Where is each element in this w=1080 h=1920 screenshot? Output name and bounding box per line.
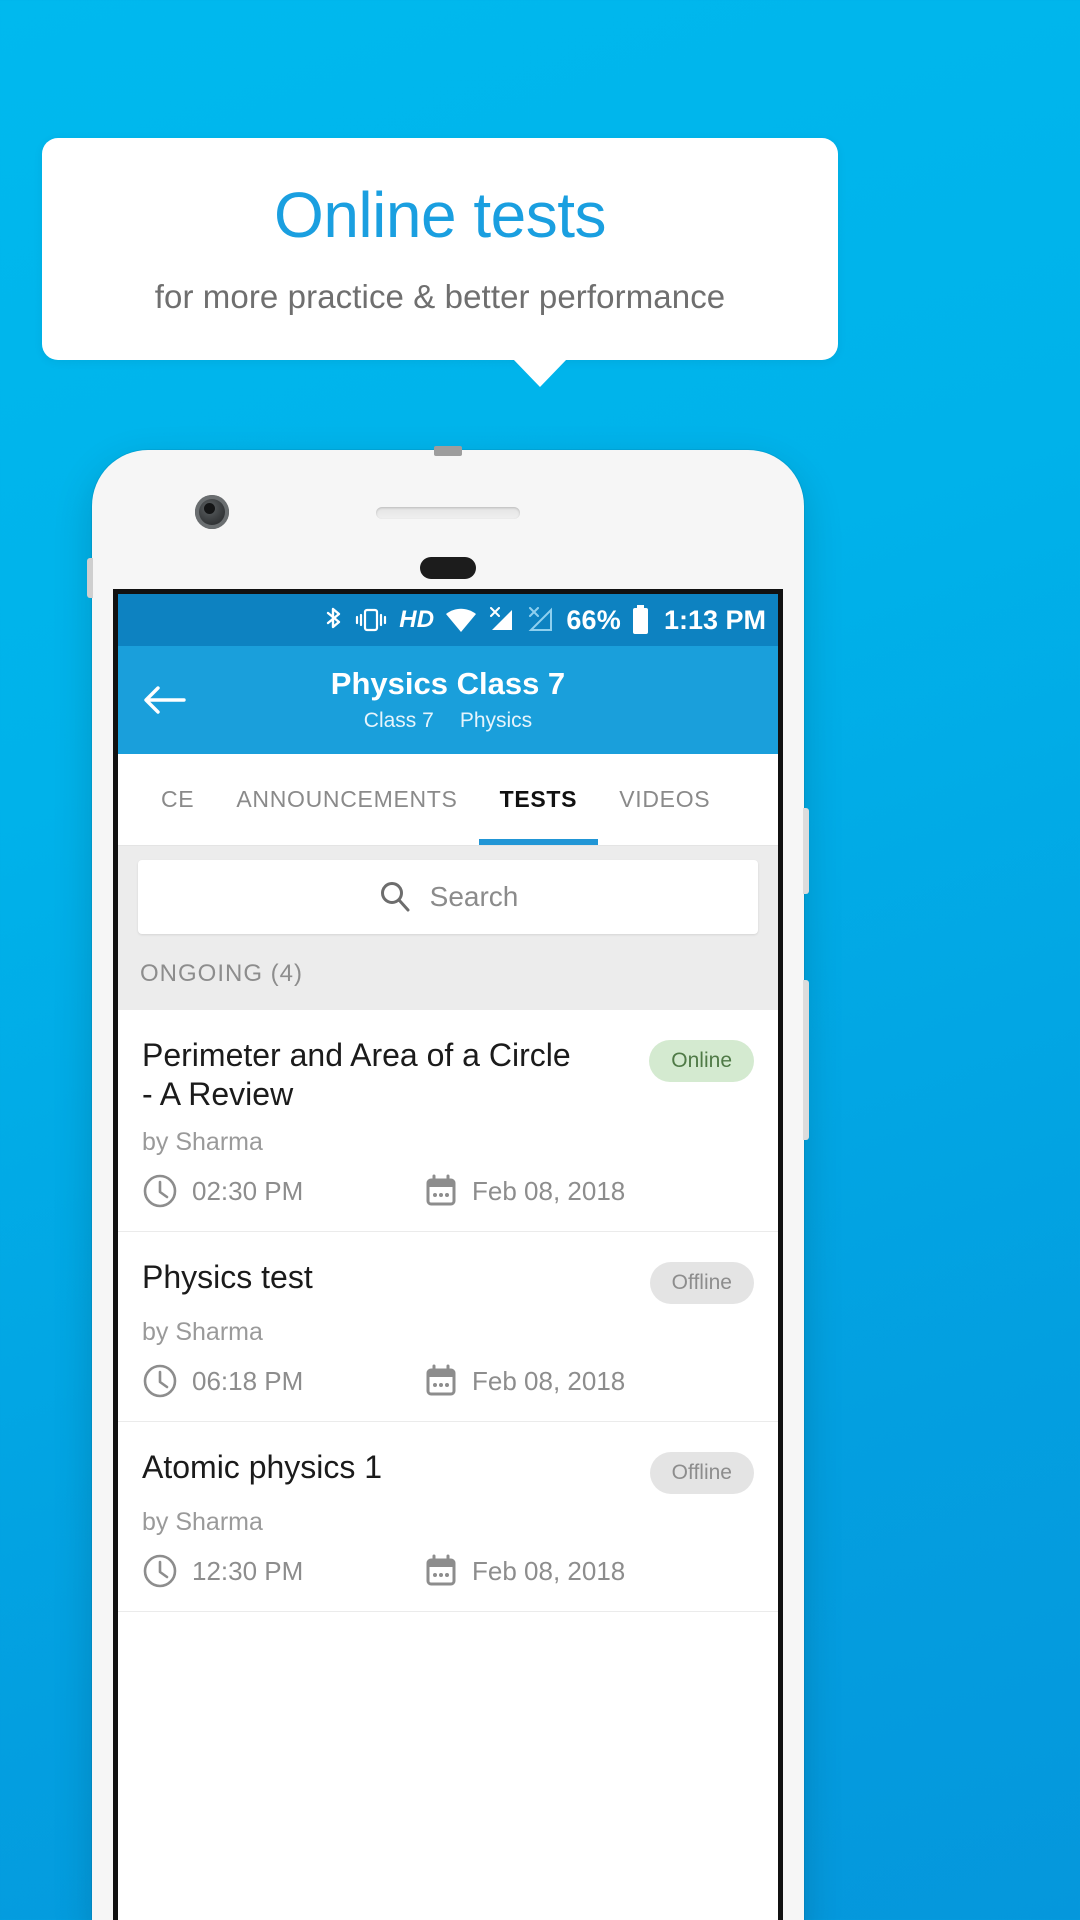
promo-title: Online tests bbox=[274, 179, 606, 252]
test-card[interactable]: Perimeter and Area of a Circle - A Revie… bbox=[118, 1010, 778, 1233]
vibrate-icon bbox=[354, 607, 388, 633]
test-time: 12:30 PM bbox=[142, 1553, 424, 1589]
promo-bubble-tail bbox=[513, 359, 567, 387]
test-title: Physics test bbox=[142, 1259, 313, 1296]
promo-subtitle: for more practice & better performance bbox=[154, 277, 726, 315]
signal-no-sim-1-icon bbox=[488, 607, 516, 633]
test-meta: 06:18 PM Feb 08, 2018 bbox=[142, 1363, 754, 1399]
test-time: 06:18 PM bbox=[142, 1363, 424, 1399]
search-area: Search bbox=[118, 846, 778, 952]
tab-bar: CE ANNOUNCEMENTS TESTS VIDEOS bbox=[118, 754, 778, 846]
phone-screen: HD 66% 1:13 PM Physics Class 7 Class 7 P… bbox=[118, 594, 778, 1920]
calendar-icon bbox=[424, 1554, 458, 1588]
back-arrow-icon[interactable] bbox=[144, 683, 186, 717]
status-badge: Offline bbox=[649, 1452, 754, 1495]
test-title: Perimeter and Area of a Circle - A Revie… bbox=[142, 1037, 571, 1113]
clock-icon bbox=[142, 1553, 178, 1589]
breadcrumb-subject: Physics bbox=[459, 708, 533, 732]
test-author: by Sharma bbox=[142, 1508, 263, 1537]
test-date: Feb 08, 2018 bbox=[424, 1554, 625, 1588]
earpiece-speaker bbox=[376, 507, 520, 519]
breadcrumb-class: Class 7 bbox=[363, 708, 434, 732]
test-card-header: Perimeter and Area of a Circle - A Revie… bbox=[142, 1036, 754, 1114]
bluetooth-icon bbox=[324, 606, 343, 634]
test-title: Atomic physics 1 bbox=[142, 1449, 383, 1486]
test-date-label: Feb 08, 2018 bbox=[472, 1365, 626, 1396]
test-card[interactable]: Atomic physics 1 Offline by Sharma 12:30… bbox=[118, 1422, 778, 1613]
test-time: 02:30 PM bbox=[142, 1173, 424, 1209]
tab-ce[interactable]: CE bbox=[140, 754, 215, 845]
front-camera-icon bbox=[195, 495, 229, 529]
test-time-label: 12:30 PM bbox=[192, 1555, 304, 1586]
status-bar: HD 66% 1:13 PM bbox=[118, 594, 778, 646]
clock-icon bbox=[142, 1363, 178, 1399]
test-date-label: Feb 08, 2018 bbox=[472, 1175, 626, 1206]
phone-antenna-band bbox=[434, 446, 462, 456]
hd-icon: HD bbox=[399, 606, 435, 633]
calendar-icon bbox=[424, 1364, 458, 1398]
wifi-icon bbox=[445, 608, 477, 633]
test-author: by Sharma bbox=[142, 1318, 263, 1347]
phone-mockup: HD 66% 1:13 PM Physics Class 7 Class 7 P… bbox=[87, 446, 809, 1920]
promo-bubble: Online tests for more practice & better … bbox=[42, 138, 838, 360]
signal-no-sim-2-icon bbox=[527, 607, 555, 633]
test-card-header: Physics test Offline bbox=[142, 1258, 754, 1305]
page-title: Physics Class 7 bbox=[330, 665, 566, 701]
search-placeholder: Search bbox=[429, 881, 519, 912]
tab-tests[interactable]: TESTS bbox=[478, 754, 599, 845]
clock-label: 1:13 PM bbox=[663, 604, 766, 635]
status-badge: Online bbox=[649, 1040, 754, 1082]
calendar-icon bbox=[424, 1174, 458, 1208]
test-author: by Sharma bbox=[142, 1128, 263, 1157]
clock-icon bbox=[142, 1173, 178, 1209]
search-input[interactable]: Search bbox=[138, 860, 758, 934]
app-bar: Physics Class 7 Class 7 Physics bbox=[118, 646, 778, 754]
section-header-ongoing: ONGOING (4) bbox=[118, 952, 778, 1010]
status-badge: Offline bbox=[649, 1262, 754, 1305]
battery-percent-label: 66% bbox=[566, 604, 621, 635]
test-date: Feb 08, 2018 bbox=[424, 1364, 625, 1398]
test-time-label: 02:30 PM bbox=[192, 1175, 304, 1206]
breadcrumb: Class 7 Physics bbox=[364, 709, 532, 733]
test-date-label: Feb 08, 2018 bbox=[472, 1555, 626, 1586]
volume-button[interactable] bbox=[803, 808, 809, 894]
battery-icon bbox=[632, 605, 649, 635]
tab-videos[interactable]: VIDEOS bbox=[598, 754, 731, 845]
test-date: Feb 08, 2018 bbox=[424, 1174, 625, 1208]
sim-tray bbox=[87, 558, 93, 598]
sensor-pill bbox=[420, 557, 476, 579]
test-meta: 12:30 PM Feb 08, 2018 bbox=[142, 1553, 754, 1589]
test-time-label: 06:18 PM bbox=[192, 1365, 304, 1396]
power-button[interactable] bbox=[803, 980, 809, 1140]
search-icon bbox=[378, 880, 412, 914]
test-card-header: Atomic physics 1 Offline bbox=[142, 1448, 754, 1495]
test-meta: 02:30 PM Feb 08, 2018 bbox=[142, 1173, 754, 1209]
test-card[interactable]: Physics test Offline by Sharma 06:18 PM bbox=[118, 1232, 778, 1423]
tab-announcements[interactable]: ANNOUNCEMENTS bbox=[215, 754, 478, 845]
